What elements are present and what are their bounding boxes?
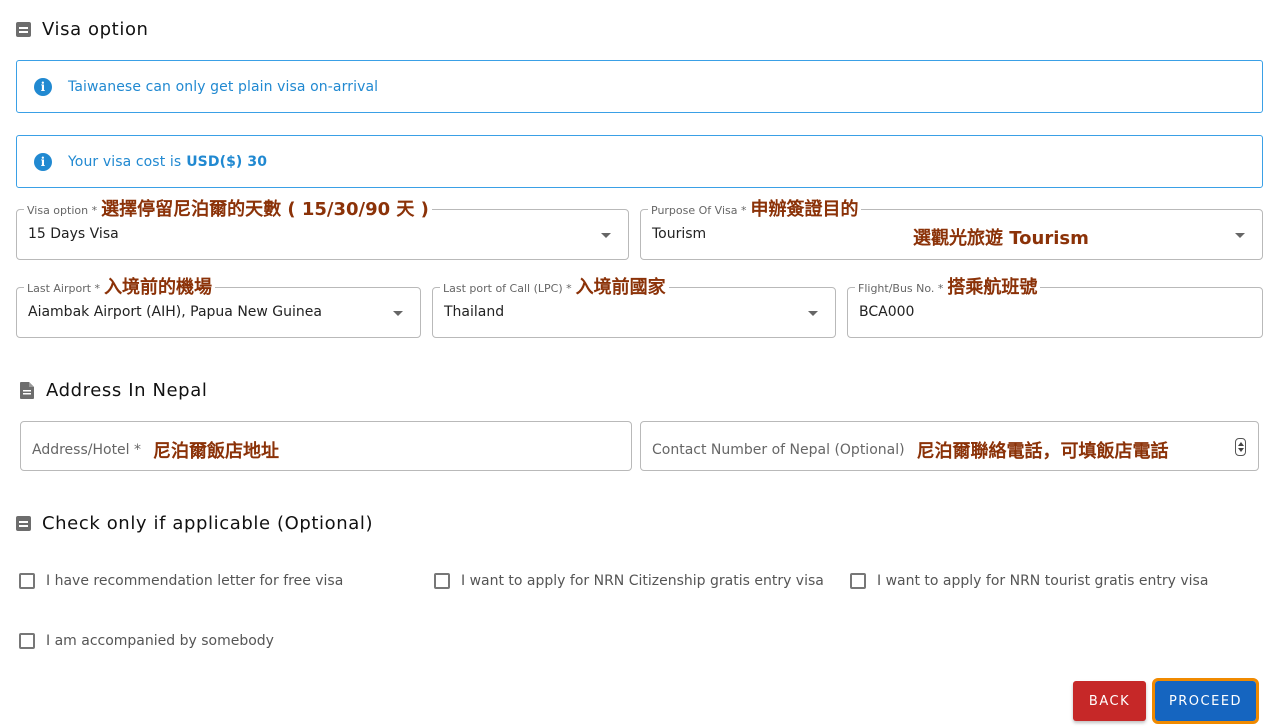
last-airport-annotation: 入境前的機場 xyxy=(104,277,213,298)
checkbox[interactable] xyxy=(850,573,866,589)
checkbox-label: I have recommendation letter for free vi… xyxy=(46,573,344,589)
checkbox-recommendation-letter[interactable]: I have recommendation letter for free vi… xyxy=(19,573,343,589)
caret-down-icon[interactable] xyxy=(808,311,818,316)
purpose-value: Tourism xyxy=(652,226,707,242)
last-port-annotation: 入境前國家 xyxy=(575,277,666,298)
checkbox-accompanied[interactable]: I am accompanied by somebody xyxy=(19,633,274,649)
last-port-select[interactable]: Last port of Call (LPC) * 入境前國家 Thailand xyxy=(432,279,836,338)
visa-cost-alert: i Your visa cost is USD($) 30 xyxy=(16,135,1263,188)
purpose-annotation: 申辦簽證目的 xyxy=(750,199,859,220)
alert-text: Your visa cost is xyxy=(68,153,182,170)
flight-number-label: Flight/Bus No. * 搭乘航班號 xyxy=(855,277,1041,298)
info-icon: i xyxy=(34,77,52,96)
checkbox-nrn-tourist[interactable]: I want to apply for NRN tourist gratis e… xyxy=(850,573,1208,589)
optional-heading: Check only if applicable (Optional) xyxy=(16,513,373,534)
flight-number-value: BCA000 xyxy=(859,304,915,320)
minus-square-icon[interactable] xyxy=(16,22,31,37)
info-icon: i xyxy=(34,152,52,171)
visa-option-value: 15 Days Visa xyxy=(28,226,119,242)
flight-number-input[interactable]: Flight/Bus No. * 搭乘航班號 BCA000 xyxy=(847,279,1263,338)
address-title: Address In Nepal xyxy=(46,380,208,401)
flight-number-annotation: 搭乘航班號 xyxy=(947,277,1038,298)
checkbox-nrn-citizenship[interactable]: I want to apply for NRN Citizenship grat… xyxy=(434,573,824,589)
visa-option-heading: Visa option xyxy=(16,19,149,40)
contact-number-input[interactable]: Contact Number of Nepal (Optional) 尼泊爾聯絡… xyxy=(640,421,1259,471)
last-airport-value: Aiambak Airport (AIH), Papua New Guinea xyxy=(28,304,322,320)
checkbox-label: I want to apply for NRN Citizenship grat… xyxy=(461,573,824,589)
checkbox-label: I want to apply for NRN tourist gratis e… xyxy=(877,573,1209,589)
minus-square-icon[interactable] xyxy=(16,516,31,531)
visa-option-label: Visa option * 選擇停留尼泊爾的天數 ( 15/30/90 天 ) xyxy=(24,201,432,219)
last-airport-label: Last Airport * 入境前的機場 xyxy=(24,277,216,298)
purpose-label: Purpose Of Visa * 申辦簽證目的 xyxy=(648,199,862,220)
document-icon xyxy=(20,382,34,399)
optional-title: Check only if applicable (Optional) xyxy=(42,513,374,534)
checkbox-label: I am accompanied by somebody xyxy=(46,633,274,649)
last-airport-select[interactable]: Last Airport * 入境前的機場 Aiambak Airport (A… xyxy=(16,279,421,338)
proceed-button[interactable]: PROCEED xyxy=(1152,678,1259,724)
back-button[interactable]: BACK xyxy=(1073,681,1146,721)
visa-option-annotation: 選擇停留尼泊爾的天數 ( 15/30/90 天 ) xyxy=(101,199,429,220)
contact-annotation: 尼泊爾聯絡電話，可填飯店電話 xyxy=(916,441,1169,462)
visa-option-select[interactable]: Visa option * 選擇停留尼泊爾的天數 ( 15/30/90 天 ) … xyxy=(16,201,629,260)
alert-text: Taiwanese can only get plain visa on-arr… xyxy=(68,78,379,95)
address-hotel-input[interactable]: Address/Hotel * 尼泊爾飯店地址 xyxy=(20,421,632,471)
checkbox[interactable] xyxy=(19,633,35,649)
checkbox[interactable] xyxy=(19,573,35,589)
last-port-label: Last port of Call (LPC) * 入境前國家 xyxy=(440,279,669,297)
purpose-of-visa-select[interactable]: Purpose Of Visa * 申辦簽證目的 Tourism 選觀光旅遊 T… xyxy=(640,201,1263,260)
number-spinner-icon[interactable] xyxy=(1235,438,1246,456)
purpose-value-annotation: 選觀光旅遊 Tourism xyxy=(913,228,1089,249)
contact-placeholder: Contact Number of Nepal (Optional) 尼泊爾聯絡… xyxy=(652,437,1169,463)
caret-down-icon[interactable] xyxy=(1235,233,1245,238)
caret-down-icon[interactable] xyxy=(601,233,611,238)
caret-down-icon[interactable] xyxy=(393,311,403,316)
address-annotation: 尼泊爾飯店地址 xyxy=(153,441,280,462)
visa-cost-value: USD($) 30 xyxy=(186,153,268,170)
address-placeholder: Address/Hotel * 尼泊爾飯店地址 xyxy=(32,437,279,463)
last-port-value: Thailand xyxy=(444,304,505,320)
address-heading: Address In Nepal xyxy=(20,380,207,401)
checkbox[interactable] xyxy=(434,573,450,589)
visa-option-title: Visa option xyxy=(42,19,149,40)
visa-info-alert: i Taiwanese can only get plain visa on-a… xyxy=(16,60,1263,113)
